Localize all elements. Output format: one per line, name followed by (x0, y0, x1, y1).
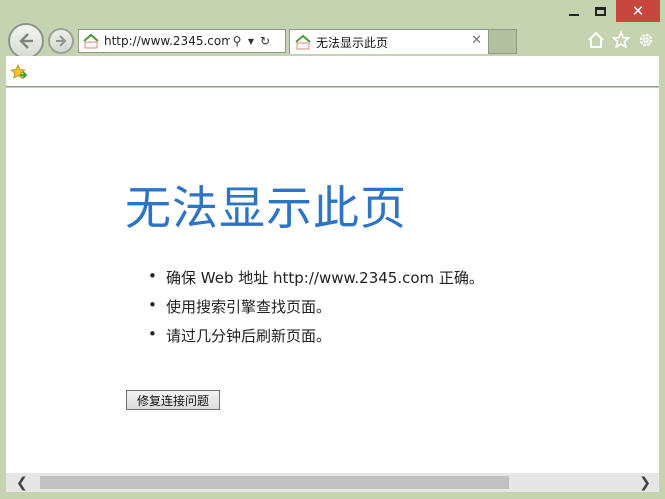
site-favicon-icon (82, 33, 100, 49)
scroll-left-icon[interactable]: ❮ (16, 473, 36, 492)
tab-title: 无法显示此页 (316, 35, 389, 50)
add-to-favorites-bar-icon[interactable] (10, 63, 28, 81)
search-icon[interactable]: ⚲ (230, 34, 244, 48)
list-item: • 使用搜索引擎查找页面。 (148, 296, 332, 316)
list-item: • 请过几分钟后刷新页面。 (148, 325, 332, 345)
forward-arrow-icon (56, 35, 67, 47)
favorites-bar (6, 56, 659, 87)
back-arrow-icon (19, 33, 33, 49)
scroll-thumb[interactable] (40, 476, 509, 489)
page-title: 无法显示此页 (125, 181, 407, 235)
home-icon[interactable] (586, 30, 606, 50)
fix-connection-button[interactable]: 修复连接问题 (126, 390, 220, 410)
address-bar[interactable]: http://www.2345.com/ ⚲ ▼ ↻ (78, 29, 286, 53)
list-item: • 确保 Web 地址 http://www.2345.com 正确。 (148, 267, 484, 287)
new-tab-button[interactable] (489, 29, 517, 54)
maximize-button[interactable] (587, 0, 613, 22)
address-url: http://www.2345.com/ (104, 34, 230, 48)
close-window-button[interactable]: ✕ (616, 0, 660, 22)
maximize-icon (594, 6, 606, 16)
page-content: 无法显示此页 • 确保 Web 地址 http://www.2345.com 正确… (6, 88, 659, 473)
forward-button[interactable] (48, 28, 74, 54)
star-icon[interactable] (611, 30, 631, 50)
tips-list: • 确保 Web 地址 http://www.2345.com 正确。 • 使用搜索… (148, 267, 484, 354)
tab-favicon-icon (294, 34, 312, 50)
back-button[interactable] (8, 23, 44, 59)
tab-active[interactable]: 无法显示此页 ✕ (289, 29, 489, 54)
close-icon: ✕ (631, 2, 645, 20)
horizontal-scrollbar[interactable]: ❮ ❯ (6, 473, 659, 492)
minimize-icon (569, 14, 579, 16)
tab-close-icon[interactable]: ✕ (471, 33, 482, 48)
scroll-right-icon[interactable]: ❯ (631, 473, 651, 492)
minimize-button[interactable] (561, 0, 587, 22)
gear-icon[interactable] (636, 30, 656, 50)
dropdown-icon[interactable]: ▼ (244, 37, 258, 46)
refresh-icon[interactable]: ↻ (258, 34, 272, 48)
browser-window: ✕ http://www.2345.com/ ⚲ ▼ ↻ 无法显示此页 ✕ 无法… (0, 0, 665, 499)
